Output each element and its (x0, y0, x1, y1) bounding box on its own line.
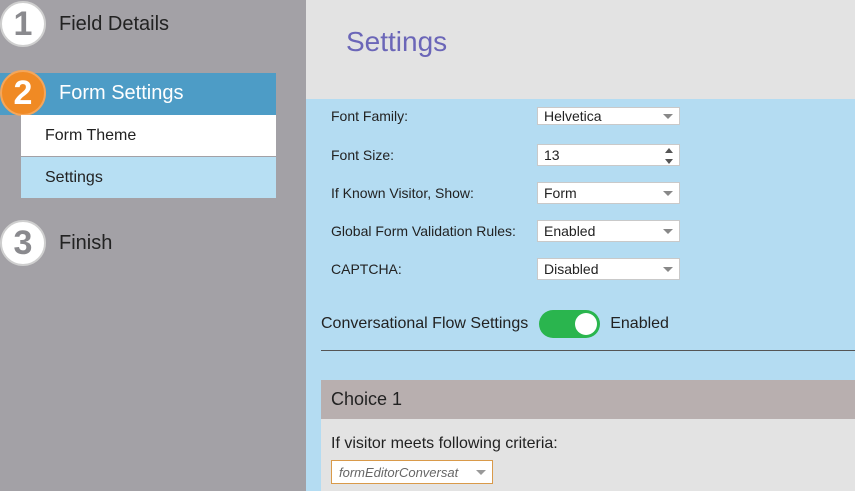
font-size-stepper[interactable]: 13 (537, 144, 680, 166)
font-size-row: Font Size: 13 (331, 143, 691, 167)
step-label-field-details: Field Details (59, 12, 170, 35)
validation-rules-row: Global Form Validation Rules: Enabled (331, 219, 691, 243)
choice-box: Choice 1 If visitor meets following crit… (321, 380, 855, 491)
validation-rules-label: Global Form Validation Rules: (331, 223, 516, 239)
known-visitor-label: If Known Visitor, Show: (331, 185, 474, 201)
chevron-down-icon (663, 114, 673, 119)
known-visitor-row: If Known Visitor, Show: Form (331, 181, 691, 205)
chevron-down-icon (476, 470, 486, 475)
step-number-3: 3 (0, 220, 46, 266)
conversational-flow-toggle[interactable] (539, 310, 601, 338)
validation-rules-value: Enabled (544, 223, 596, 239)
spinner-icon[interactable] (665, 148, 673, 164)
font-family-value: Helvetica (544, 108, 602, 124)
criteria-value: formEditorConversat (339, 464, 459, 480)
conversational-flow-label: Conversational Flow Settings (321, 315, 529, 332)
captcha-value: Disabled (544, 261, 599, 277)
captcha-label: CAPTCHA: (331, 261, 402, 277)
wizard-sidebar: 1 Field Details 2 Form Settings Form The… (0, 0, 306, 491)
step-number-1: 1 (0, 1, 46, 47)
main-content: Settings Font Family: Helvetica Font Siz… (306, 0, 855, 491)
conversational-flow-row: Conversational Flow Settings Enabled (321, 310, 669, 338)
chevron-down-icon (663, 267, 673, 272)
font-size-value: 13 (544, 147, 560, 163)
step-label-form-settings: Form Settings (59, 81, 184, 104)
criteria-select[interactable]: formEditorConversat (331, 460, 493, 484)
settings-panel: Font Family: Helvetica Font Size: 13 If … (306, 99, 855, 491)
page-title: Settings (346, 26, 448, 57)
chevron-down-icon (663, 191, 673, 196)
conversational-flow-status: Enabled (610, 315, 669, 332)
step-number-2: 2 (0, 70, 46, 116)
chevron-down-icon (663, 229, 673, 234)
subitem-form-theme[interactable]: Form Theme (21, 115, 276, 156)
known-visitor-select[interactable]: Form (537, 182, 680, 204)
criteria-label: If visitor meets following criteria: (331, 435, 558, 452)
known-visitor-value: Form (544, 185, 577, 201)
step-field-details[interactable]: 1 Field Details (0, 1, 170, 47)
font-family-select[interactable]: Helvetica (537, 107, 680, 125)
subitem-settings[interactable]: Settings (21, 157, 276, 198)
step-form-settings[interactable]: 2 Form Settings (0, 70, 183, 116)
font-size-label: Font Size: (331, 147, 395, 163)
step-label-finish: Finish (59, 231, 113, 254)
captcha-row: CAPTCHA: Disabled (331, 257, 691, 281)
toggle-knob (575, 313, 598, 335)
font-family-row: Font Family: Helvetica (331, 104, 691, 128)
captcha-select[interactable]: Disabled (537, 258, 680, 280)
step-finish[interactable]: 3 Finish (0, 220, 113, 266)
divider (321, 350, 855, 351)
validation-rules-select[interactable]: Enabled (537, 220, 680, 242)
font-family-label: Font Family: (331, 108, 409, 124)
choice-header: Choice 1 (321, 380, 855, 419)
